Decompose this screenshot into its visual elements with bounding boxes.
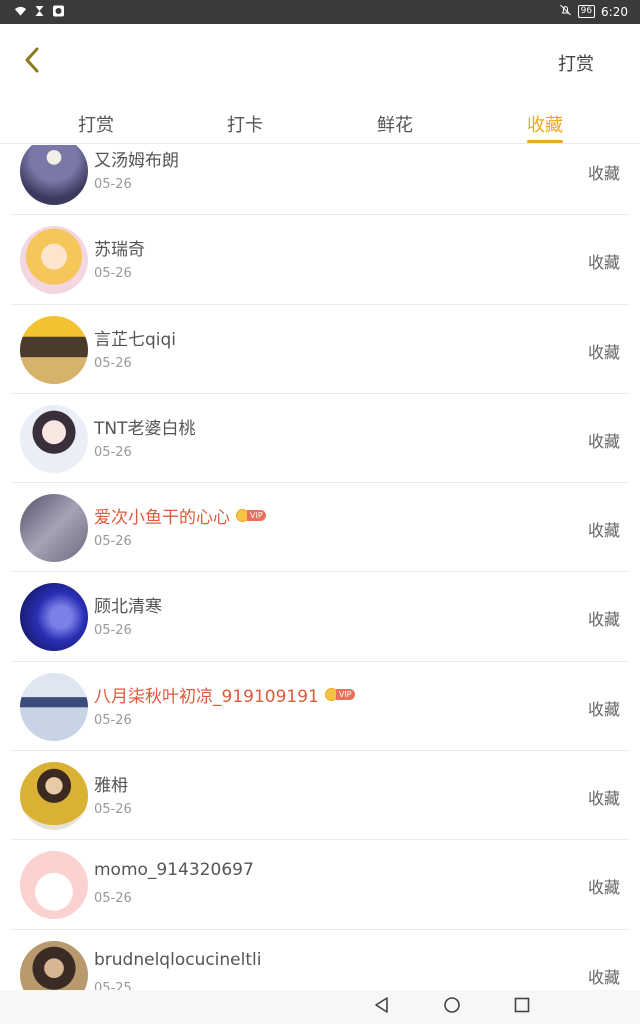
status-time: 6:20 [601,4,628,19]
back-triangle-icon [373,996,391,1018]
user-name: brudnelqlocucineltli [94,949,262,970]
list-item[interactable]: 顾北清寒 05-26 收藏 [10,572,630,662]
user-name: momo_914320697 [94,860,254,881]
tab-favorites[interactable]: 收藏 [505,111,585,137]
tab-bar: 打赏 打卡 鲜花 收藏 [0,100,640,144]
user-name: 八月柒秋叶初凉_919109191 [94,686,319,707]
item-date: 05-26 [94,177,132,192]
vip-badge: VIP [236,509,266,523]
list-item[interactable]: 雅枏 05-26 收藏 [10,751,630,841]
item-date: 05-26 [94,623,132,639]
avatar[interactable] [20,404,88,473]
nav-back-button[interactable] [371,996,393,1018]
list-item[interactable]: 爱次小鱼干的心心 VIP 05-26 收藏 [10,483,630,573]
avatar[interactable] [20,940,88,990]
user-name: 又汤姆布朗 [94,151,179,171]
item-action-label: 收藏 [587,342,620,362]
list-item[interactable]: 又汤姆布朗 05-26 收藏 [10,145,630,216]
item-action-label: 收藏 [587,521,620,541]
app-notification-icon [52,5,65,20]
user-name: 言芷七qiqi [94,329,177,350]
item-date: 05-26 [94,802,132,818]
system-nav-bar [0,990,640,1024]
reward-button[interactable]: 打赏 [558,50,594,76]
tab-checkin[interactable]: 打卡 [205,111,285,137]
user-name: 苏瑞奇 [94,240,145,261]
battery-indicator: 96 [577,5,596,18]
wifi-icon [14,5,27,20]
list-item[interactable]: momo_914320697 05-26 收藏 [10,840,630,930]
list-item[interactable]: TNT老婆白桃 05-26 收藏 [10,394,630,484]
item-action-label: 收藏 [587,967,620,987]
vip-badge: VIP [324,687,355,701]
item-date: 05-25 [94,980,132,990]
user-name: 爱次小鱼干的心心 [94,508,230,529]
nav-home-button[interactable] [441,996,463,1018]
item-date: 05-26 [94,712,132,728]
item-action-label: 收藏 [587,610,620,630]
vip-label: VIP [335,688,355,700]
avatar[interactable] [20,315,88,384]
item-date: 05-26 [94,534,132,550]
item-action-label: 收藏 [587,164,620,183]
user-name: 顾北清寒 [94,597,162,618]
home-circle-icon [443,996,461,1018]
recents-square-icon [513,996,531,1018]
vip-label: VIP [247,510,266,522]
mute-icon [559,4,572,19]
tab-flowers[interactable]: 鲜花 [355,111,435,137]
item-date: 05-26 [94,266,132,282]
item-action-label: 收藏 [587,431,620,451]
favorites-list[interactable]: 又汤姆布朗 05-26 收藏 苏瑞奇 05-26 收藏 言芷七qiqi 05-2… [0,145,640,990]
status-bar: 96 6:20 [0,0,640,24]
item-date: 05-26 [94,891,132,907]
list-item[interactable]: 苏瑞奇 05-26 收藏 [10,215,630,305]
nav-recents-button[interactable] [511,996,533,1018]
list-item[interactable]: 言芷七qiqi 05-26 收藏 [10,305,630,394]
avatar[interactable] [20,672,88,741]
avatar[interactable] [20,226,88,295]
avatar[interactable] [20,145,88,205]
item-action-label: 收藏 [587,789,620,809]
item-date: 05-26 [94,355,132,371]
item-action-label: 收藏 [587,878,620,898]
back-button[interactable] [14,44,50,80]
item-date: 05-26 [94,444,132,460]
avatar[interactable] [20,583,88,652]
tab-reward[interactable]: 打赏 [56,111,136,137]
header: 打赏 [0,24,640,100]
hourglass-icon [33,5,46,20]
item-action-label: 收藏 [587,253,620,273]
active-tab-indicator [527,140,563,143]
list-item[interactable]: brudnelqlocucineltli 05-25 收藏 [10,930,630,990]
avatar[interactable] [20,762,88,831]
user-name: 雅枏 [94,776,128,797]
item-action-label: 收藏 [587,699,620,719]
chevron-left-icon [22,46,42,78]
status-icons-left [14,5,65,20]
status-icons-right: 96 6:20 [559,4,628,19]
avatar[interactable] [20,851,88,920]
avatar[interactable] [20,494,88,563]
user-name: TNT老婆白桃 [94,418,196,439]
list-item[interactable]: 八月柒秋叶初凉_919109191 VIP 05-26 收藏 [10,662,630,752]
